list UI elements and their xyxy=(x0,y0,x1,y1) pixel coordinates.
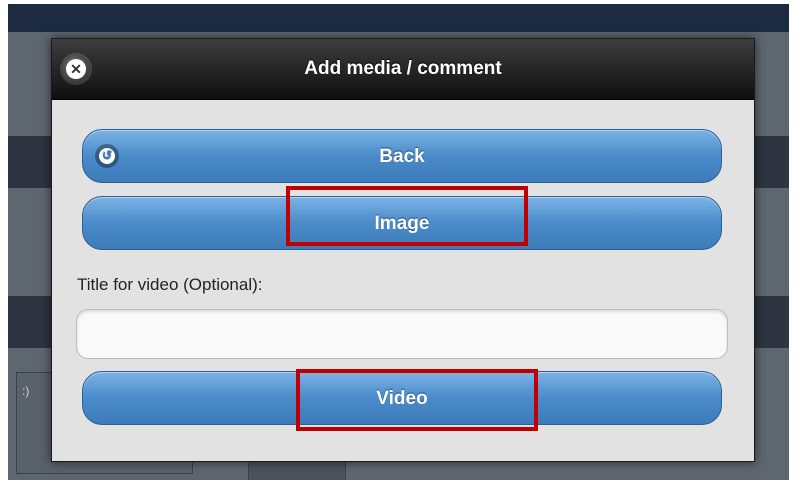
back-button[interactable]: ↺ Back xyxy=(82,129,722,183)
back-button-label: Back xyxy=(379,146,425,167)
close-button[interactable]: ✕ xyxy=(62,55,90,83)
back-arrow-icon: ↺ xyxy=(95,144,119,168)
background-top-bar xyxy=(8,4,789,32)
video-highlight-box xyxy=(296,369,538,431)
video-title-input[interactable] xyxy=(76,309,728,359)
close-icon: ✕ xyxy=(66,59,86,79)
video-title-label: Title for video (Optional): xyxy=(77,275,263,294)
dialog-header: Add media / comment ✕ xyxy=(52,39,754,100)
background-cell-text: :) xyxy=(22,384,30,398)
image-highlight-box xyxy=(286,186,528,246)
dialog-title: Add media / comment xyxy=(304,58,502,79)
